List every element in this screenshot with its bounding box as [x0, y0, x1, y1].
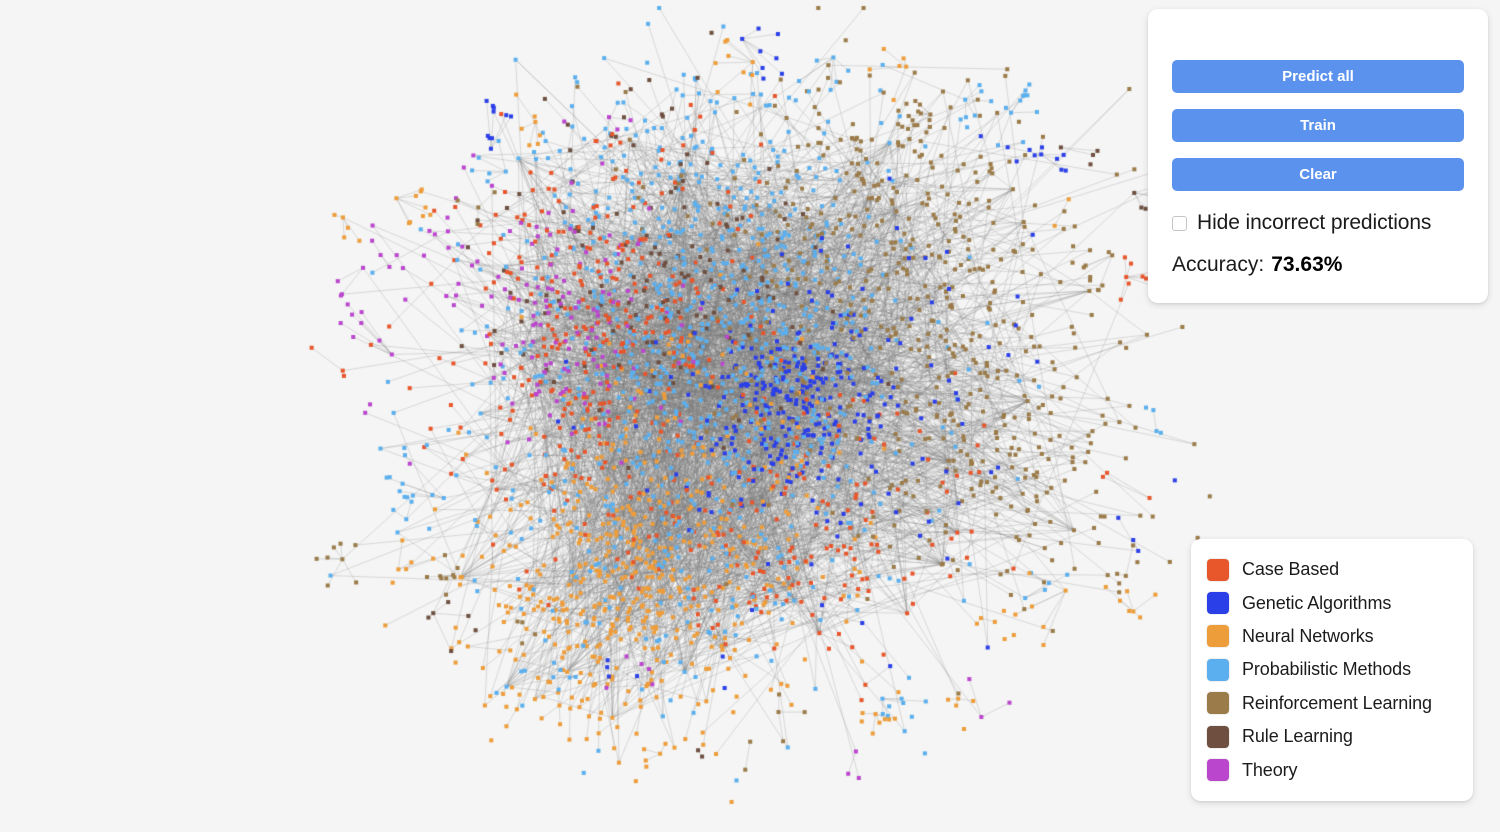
predict-all-button[interactable]: Predict all [1172, 60, 1464, 93]
legend-label: Probabilistic Methods [1242, 659, 1411, 680]
legend-swatch-icon [1207, 592, 1229, 615]
train-button[interactable]: Train [1172, 109, 1464, 142]
legend-item-neural-networks[interactable]: Neural Networks [1207, 620, 1457, 653]
hide-incorrect-predictions-row[interactable]: Hide incorrect predictions [1172, 211, 1464, 235]
legend-label: Reinforcement Learning [1242, 692, 1432, 713]
legend-swatch-icon [1207, 725, 1229, 748]
legend-item-probabilistic-methods[interactable]: Probabilistic Methods [1207, 653, 1457, 686]
accuracy-value: 73.63% [1271, 253, 1343, 276]
class-legend: Case Based Genetic Algorithms Neural Net… [1191, 539, 1473, 801]
legend-item-case-based[interactable]: Case Based [1207, 553, 1457, 586]
legend-label: Case Based [1242, 559, 1340, 580]
legend-label: Rule Learning [1242, 726, 1353, 747]
clear-button[interactable]: Clear [1172, 158, 1464, 191]
legend-swatch-icon [1207, 692, 1229, 715]
legend-item-rule-learning[interactable]: Rule Learning [1207, 720, 1457, 753]
legend-swatch-icon [1207, 658, 1229, 681]
accuracy-row: Accuracy: 73.63% [1172, 253, 1464, 277]
legend-swatch-icon [1207, 558, 1229, 581]
accuracy-label: Accuracy: [1172, 253, 1265, 276]
control-panel: Predict all Train Clear Hide incorrect p… [1148, 9, 1488, 303]
hide-incorrect-predictions-checkbox[interactable] [1172, 215, 1187, 231]
legend-item-theory[interactable]: Theory [1207, 753, 1457, 786]
legend-item-reinforcement-learning[interactable]: Reinforcement Learning [1207, 687, 1457, 720]
legend-swatch-icon [1207, 625, 1229, 648]
legend-swatch-icon [1207, 759, 1229, 782]
legend-item-genetic-algorithms[interactable]: Genetic Algorithms [1207, 586, 1457, 619]
legend-label: Genetic Algorithms [1242, 592, 1392, 613]
hide-incorrect-predictions-label: Hide incorrect predictions [1197, 211, 1432, 234]
legend-label: Neural Networks [1242, 625, 1374, 646]
legend-label: Theory [1242, 759, 1298, 780]
